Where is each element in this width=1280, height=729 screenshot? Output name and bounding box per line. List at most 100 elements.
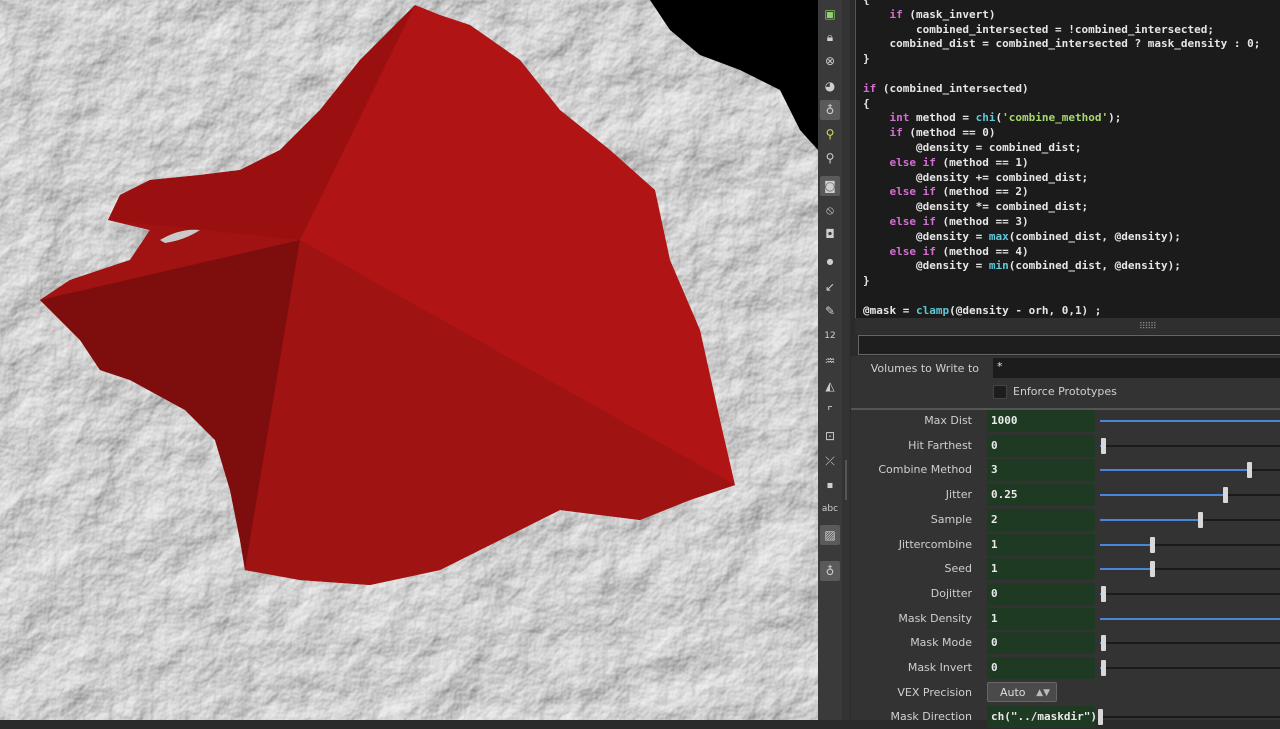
template-icon[interactable]: ◭ — [820, 376, 840, 396]
expression-field[interactable] — [858, 335, 1280, 355]
vex-code[interactable]: { if (mask_invert) combined_intersected … — [856, 0, 1280, 318]
mask-mode-slider[interactable] — [1100, 635, 1280, 652]
dojitter-slider[interactable] — [1100, 585, 1280, 602]
mask-mode-field[interactable]: 0 — [987, 632, 1095, 655]
mask-direction-slider[interactable] — [1098, 709, 1280, 725]
display-options-icon[interactable]: ▣ — [820, 4, 840, 24]
code-line[interactable]: else if (method == 1) — [863, 156, 1280, 171]
code-line[interactable]: @density *= combined_dist; — [863, 200, 1280, 215]
splitter-grip-icon[interactable]: ⠿⠿⠿ — [1139, 322, 1157, 332]
ghost-objects-icon[interactable]: ◙ — [820, 176, 840, 196]
vex-precision-row: VEX Precision Auto ▲▼ — [851, 681, 1280, 705]
jitter-row: Jitter 0.25 — [851, 483, 1280, 507]
seed-slider[interactable] — [1100, 561, 1280, 578]
code-line[interactable] — [863, 289, 1280, 304]
jittercombine-slider[interactable] — [1100, 536, 1280, 553]
hit-farthest-field[interactable]: 0 — [987, 434, 1095, 457]
slider-handle[interactable] — [1150, 561, 1155, 578]
slider-handle[interactable] — [1101, 585, 1106, 602]
light-linking-icon[interactable]: ♁ — [820, 561, 840, 581]
enforce-prototypes-checkbox[interactable] — [993, 385, 1007, 399]
code-token: int — [889, 111, 910, 125]
editor-splitter[interactable]: ⠿⠿⠿ — [855, 318, 1280, 334]
hit-farthest-slider[interactable] — [1100, 437, 1280, 454]
slider-fill — [1100, 617, 1280, 620]
code-line[interactable]: { — [863, 0, 1280, 8]
code-line[interactable]: } — [863, 274, 1280, 289]
corner-icon[interactable]: ⌜ — [820, 401, 840, 421]
slider-handle[interactable] — [1247, 462, 1252, 479]
sample-field[interactable]: 2 — [987, 508, 1095, 531]
stop-icon[interactable]: ⏹ — [820, 475, 840, 495]
combine-method-slider[interactable] — [1100, 462, 1280, 479]
mask-invert-field[interactable]: 0 — [987, 657, 1095, 679]
code-line[interactable]: if (method == 0) — [863, 126, 1280, 141]
mask-invert-slider[interactable] — [1100, 660, 1280, 676]
jitter-slider[interactable] — [1100, 487, 1280, 504]
code-line[interactable]: } — [863, 52, 1280, 67]
code-line[interactable]: { — [863, 97, 1280, 112]
pane-divider[interactable] — [842, 0, 850, 720]
slider-handle[interactable] — [1198, 511, 1203, 528]
code-line[interactable]: @mask = clamp(@density - orh, 0,1) ; — [863, 304, 1280, 318]
slider-handle[interactable] — [1098, 709, 1103, 725]
slider-handle[interactable] — [1223, 487, 1228, 504]
vex-code-editor[interactable]: { if (mask_invert) combined_intersected … — [855, 0, 1280, 318]
visibility-icon[interactable]: ⦸ — [820, 200, 840, 220]
code-token: (method == 1) — [935, 155, 1029, 169]
jitter-field[interactable]: 0.25 — [987, 484, 1095, 507]
light-bulb-icon[interactable]: ♁ — [820, 100, 840, 120]
volumes-input[interactable]: * — [993, 358, 1280, 378]
snap-icon[interactable]: ⊡ — [820, 426, 840, 446]
code-line[interactable]: else if (method == 4) — [863, 245, 1280, 260]
paint-icon[interactable]: ♒ — [820, 351, 840, 371]
code-line[interactable]: @density = min(combined_dist, @density); — [863, 259, 1280, 274]
handle-icon[interactable]: ⤫ — [820, 451, 840, 471]
dojitter-field[interactable]: 0 — [987, 582, 1095, 605]
background-image-icon[interactable]: ▨ — [820, 525, 840, 545]
point-numbers-icon[interactable]: 12 — [820, 326, 840, 346]
normal-icon[interactable]: ↙ — [820, 277, 840, 297]
slider-handle[interactable] — [1101, 660, 1106, 676]
max-dist-field[interactable]: 1000 — [987, 410, 1095, 432]
seed-field[interactable]: 1 — [987, 558, 1095, 581]
close-icon[interactable]: ⊗ — [820, 51, 840, 71]
max-dist-slider[interactable] — [1100, 420, 1280, 422]
mask-density-field[interactable]: 1 — [987, 607, 1095, 630]
sphere-icon[interactable]: ◕ — [820, 76, 840, 96]
camera-light-icon[interactable]: ⚲ — [820, 148, 840, 168]
slider-handle[interactable] — [1101, 635, 1106, 652]
slider-fill — [1100, 420, 1280, 422]
brush-icon[interactable]: ✎ — [820, 301, 840, 321]
code-line[interactable]: combined_dist = combined_intersected ? m… — [863, 37, 1280, 52]
text-labels-icon[interactable]: abc — [820, 499, 840, 519]
camera-icon[interactable]: ◘ — [820, 224, 840, 244]
code-line[interactable]: @density += combined_dist; — [863, 171, 1280, 186]
mask-density-slider[interactable] — [1100, 617, 1280, 620]
code-line[interactable]: @density = combined_dist; — [863, 141, 1280, 156]
code-token: (method == 2) — [935, 185, 1029, 199]
light-icon[interactable]: ⚲ — [820, 124, 840, 144]
jittercombine-field[interactable]: 1 — [987, 533, 1095, 556]
slider-handle[interactable] — [1101, 437, 1106, 454]
code-line[interactable] — [863, 67, 1280, 82]
3d-viewport[interactable] — [0, 0, 818, 720]
code-line[interactable]: if (combined_intersected) — [863, 82, 1280, 97]
code-line[interactable]: if (mask_invert) — [863, 8, 1280, 23]
mask-direction-field[interactable]: ch("../maskdir") — [987, 706, 1097, 728]
code-line[interactable]: combined_intersected = !combined_interse… — [863, 23, 1280, 38]
point-icon[interactable]: ● — [820, 252, 840, 272]
lock-icon[interactable]: 🔒︎ — [820, 27, 840, 47]
divider-grip[interactable] — [845, 460, 847, 500]
code-line[interactable]: @density = max(combined_dist, @density); — [863, 230, 1280, 245]
code-line[interactable]: else if (method == 2) — [863, 185, 1280, 200]
code-line[interactable]: else if (method == 3) — [863, 215, 1280, 230]
code-line[interactable]: int method = chi('combine_method'); — [863, 111, 1280, 126]
slider-handle[interactable] — [1150, 536, 1155, 553]
combine-method-field[interactable]: 3 — [987, 459, 1095, 482]
sample-slider[interactable] — [1100, 511, 1280, 528]
vex-precision-menu[interactable]: Auto ▲▼ — [987, 682, 1057, 702]
